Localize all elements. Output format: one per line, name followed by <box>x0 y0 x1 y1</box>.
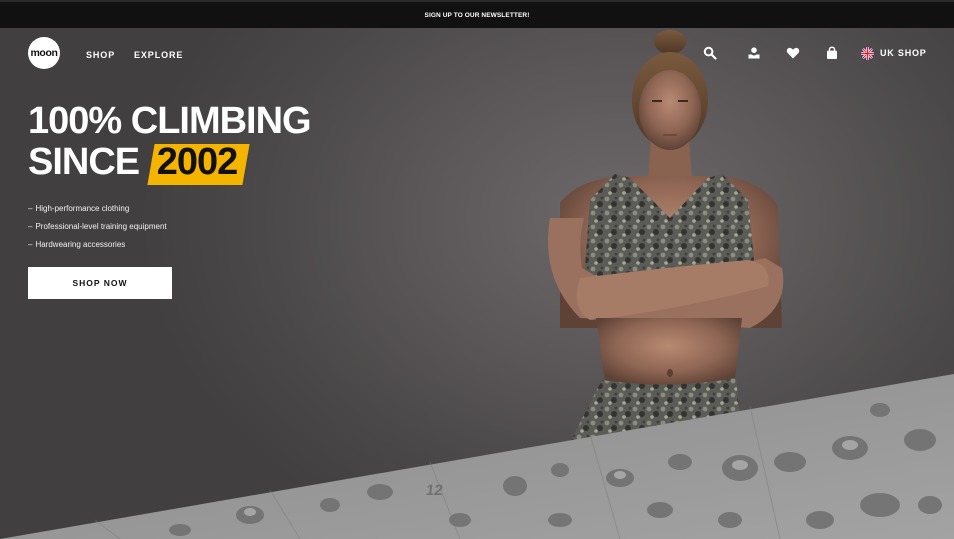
nav-shop-link[interactable]: SHOP <box>86 50 115 60</box>
feature-text: Hardwearing accessories <box>35 240 126 249</box>
search-icon[interactable] <box>703 46 717 60</box>
feature-item: – High-performance clothing <box>28 200 167 218</box>
feature-text: Professional-level training equipment <box>35 222 167 231</box>
feature-text: High-performance clothing <box>35 204 130 213</box>
bullet-dash: – <box>28 222 33 231</box>
feature-item: – Hardwearing accessories <box>28 236 167 254</box>
shop-now-label: SHOP NOW <box>72 278 128 288</box>
site-header: moon SHOP EXPLORE UK SHOP <box>0 28 954 78</box>
feature-item: – Professional-level training equipment <box>28 218 167 236</box>
hero-headline: 100% CLIMBING SINCE 2002 <box>28 100 312 183</box>
bag-icon[interactable] <box>825 46 839 60</box>
headline-line-1: 100% CLIMBING <box>28 100 312 142</box>
headline-since: SINCE <box>28 141 140 183</box>
nav-explore-link[interactable]: EXPLORE <box>134 50 183 60</box>
announcement-bar: SIGN UP TO OUR NEWSLETTER! <box>0 0 954 28</box>
shop-region-label: UK SHOP <box>880 48 927 58</box>
bullet-dash: – <box>28 240 33 249</box>
wall-panel-number: 12 <box>424 482 444 499</box>
logo-text: moon <box>30 47 58 59</box>
uk-flag-icon <box>861 46 874 60</box>
bullet-dash: – <box>28 204 33 213</box>
region-shop-switch[interactable]: UK SHOP <box>861 46 927 60</box>
hero-model-image <box>548 30 784 458</box>
newsletter-signup-link[interactable]: SIGN UP TO OUR NEWSLETTER! <box>425 12 530 19</box>
heart-icon[interactable] <box>786 46 800 60</box>
headline-line-2: SINCE 2002 <box>28 142 311 183</box>
moon-logo[interactable]: moon <box>28 37 60 69</box>
shop-now-button[interactable]: SHOP NOW <box>28 267 172 299</box>
hero-feature-list: – High-performance clothing – Professional… <box>28 200 167 254</box>
page: SIGN UP TO OUR NEWSLETTER! 12 moon SHOP … <box>0 0 954 539</box>
headline-year: 2002 <box>156 141 239 183</box>
account-icon[interactable] <box>747 46 761 60</box>
headline-year-highlight: 2002 <box>151 142 246 183</box>
